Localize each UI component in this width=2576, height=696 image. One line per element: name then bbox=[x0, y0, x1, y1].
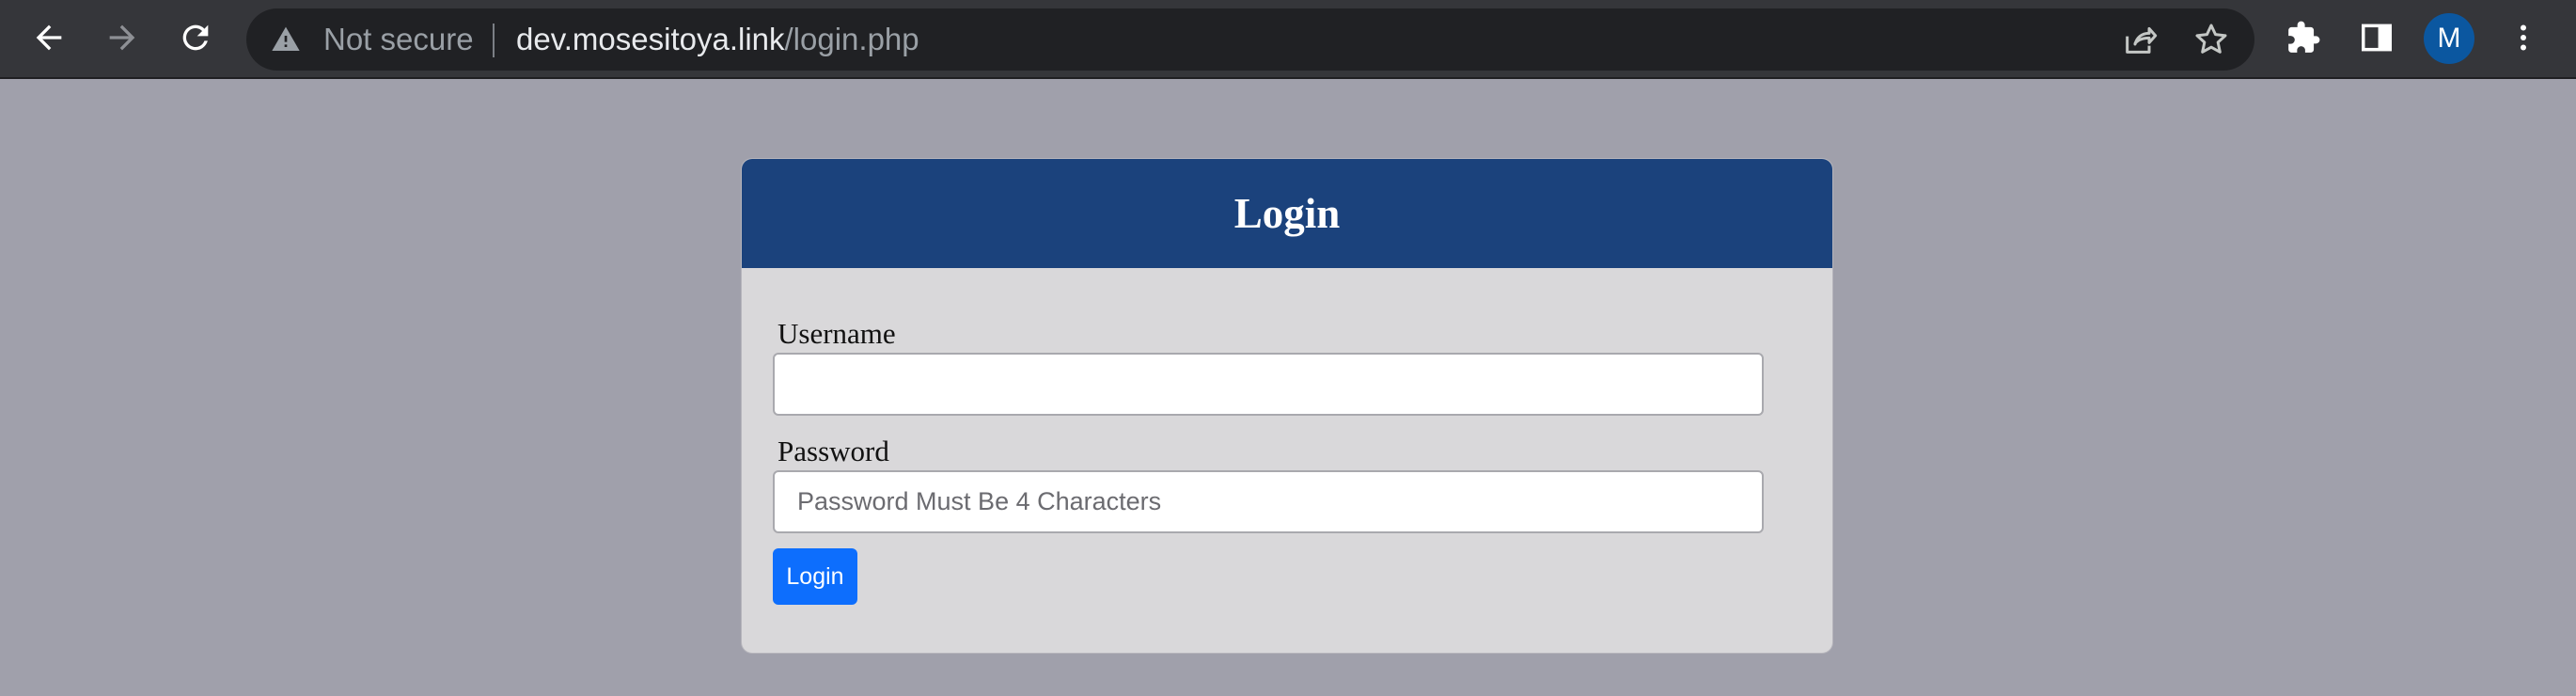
menu-icon bbox=[2506, 21, 2540, 55]
username-input[interactable] bbox=[773, 353, 1764, 416]
share-icon[interactable] bbox=[2121, 21, 2159, 58]
login-card: Login Username Password Login bbox=[741, 158, 1833, 654]
address-bar[interactable]: Not secure dev.mosesitoya.link/login.php bbox=[246, 8, 2254, 71]
username-label: Username bbox=[778, 317, 896, 350]
security-status[interactable]: Not secure bbox=[323, 8, 474, 71]
password-input[interactable] bbox=[773, 470, 1764, 533]
profile-avatar[interactable]: M bbox=[2424, 13, 2474, 64]
side-panel-icon bbox=[2359, 20, 2395, 55]
extensions-button[interactable] bbox=[2277, 11, 2330, 64]
forward-button[interactable] bbox=[96, 11, 149, 64]
star-icon[interactable] bbox=[2192, 21, 2230, 58]
login-button[interactable]: Login bbox=[773, 548, 857, 605]
extensions-icon bbox=[2285, 20, 2321, 55]
login-card-header: Login bbox=[742, 159, 1832, 268]
url-path: /login.php bbox=[784, 22, 919, 56]
back-button[interactable] bbox=[23, 11, 75, 64]
address-divider bbox=[493, 24, 495, 57]
url-host: dev.mosesitoya.link bbox=[516, 22, 785, 56]
back-icon bbox=[30, 19, 68, 56]
reload-icon bbox=[177, 19, 214, 56]
forward-icon bbox=[103, 19, 141, 56]
url-text[interactable]: dev.mosesitoya.link/login.php bbox=[516, 8, 919, 71]
reload-button[interactable] bbox=[169, 11, 222, 64]
browser-menu-button[interactable] bbox=[2497, 11, 2550, 64]
password-label: Password bbox=[778, 435, 889, 467]
side-panel-button[interactable] bbox=[2350, 11, 2403, 64]
warning-icon[interactable] bbox=[271, 24, 301, 55]
browser-toolbar: Not secure dev.mosesitoya.link/login.php… bbox=[0, 0, 2576, 79]
login-title: Login bbox=[1233, 190, 1341, 237]
